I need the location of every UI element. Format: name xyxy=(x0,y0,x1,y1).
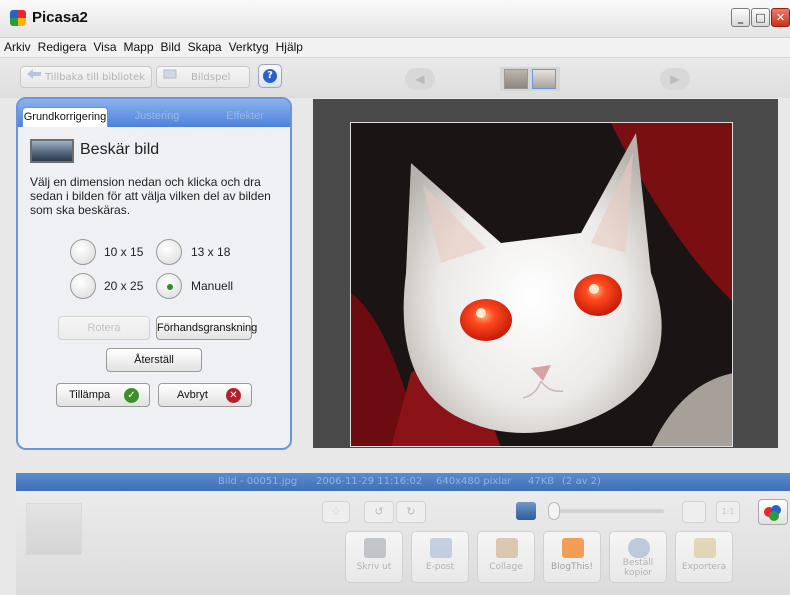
picasa-logo-icon xyxy=(10,10,26,26)
crop-description: Välj en dimension nedan och klicka och d… xyxy=(30,175,271,217)
arrow-right-icon: ▶ xyxy=(670,72,680,86)
edit-panel: Grundkorrigering Justering Effekter Besk… xyxy=(16,97,292,450)
radio-13x18-label: 13 x 18 xyxy=(191,245,231,259)
slideshow-label: Bildspel xyxy=(191,72,231,83)
radio-10x15[interactable] xyxy=(70,239,96,265)
status-datetime: 2006-11-29 11:16:02 xyxy=(316,476,423,487)
back-arrow-icon xyxy=(27,67,41,87)
apply-button[interactable]: Tillämpa ✓ xyxy=(56,383,150,407)
blogger-icon xyxy=(562,538,584,558)
status-filename: Bild - 00051.jpg xyxy=(218,476,298,487)
menu-hjalp[interactable]: Hjälp xyxy=(272,38,306,54)
star-icon[interactable]: ☆ xyxy=(322,501,350,523)
picasa-web-button[interactable] xyxy=(758,499,788,525)
print-button[interactable]: Skriv ut xyxy=(345,531,403,583)
export-icon xyxy=(694,538,716,558)
reset-button[interactable]: Återställ xyxy=(106,348,202,372)
checkmark-icon: ✓ xyxy=(124,388,139,403)
radio-20x25-label: 20 x 25 xyxy=(104,279,144,293)
thumbnail[interactable] xyxy=(504,69,528,89)
cancel-label: Avbryt xyxy=(177,389,208,401)
collage-button[interactable]: Collage xyxy=(477,531,535,583)
zoom-slider[interactable] xyxy=(550,509,664,513)
order-prints-label: Beställ kopior xyxy=(622,558,654,578)
cancel-x-icon: ✕ xyxy=(226,388,241,403)
status-bar: Bild - 00051.jpg 2006-11-29 11:16:02 640… xyxy=(16,473,790,491)
order-prints-button[interactable]: Beställ kopior xyxy=(609,531,667,583)
minimize-button[interactable]: _ xyxy=(731,8,750,27)
back-to-library-button[interactable]: Tillbaka till bibliotek xyxy=(20,66,152,88)
thumbnail-strip xyxy=(500,67,560,91)
printer-icon xyxy=(364,538,386,558)
next-photo-button[interactable]: ▶ xyxy=(660,68,690,90)
export-label: Exportera xyxy=(681,562,727,572)
slideshow-button[interactable]: Bildspel xyxy=(156,66,250,88)
radio-13x18[interactable] xyxy=(156,239,182,265)
radio-manuell-label: Manuell xyxy=(191,279,234,293)
fit-view-icon[interactable] xyxy=(682,501,706,523)
cancel-button[interactable]: Avbryt ✕ xyxy=(158,383,252,407)
menu-bar: Arkiv Redigera Visa Mapp Bild Skapa Verktyg Hjä… xyxy=(0,38,790,58)
email-label: E-post xyxy=(425,562,455,572)
radio-10x15-label: 10 x 15 xyxy=(104,245,144,259)
collage-icon xyxy=(496,538,518,558)
picasa-window: Picasa2 _ □ ✕ Arkiv Redigera Visa Mapp Bild S… xyxy=(0,0,790,595)
selection-thumbnail xyxy=(26,503,82,555)
email-icon xyxy=(430,538,452,558)
rotate-right-icon[interactable]: ↻ xyxy=(396,501,426,523)
preview-button[interactable]: Förhandsgranskning xyxy=(156,316,257,340)
menu-arkiv[interactable]: Arkiv xyxy=(0,38,34,54)
rotate-button[interactable]: Rotera xyxy=(58,316,150,340)
print-label: Skriv ut xyxy=(356,562,392,572)
menu-verktyg[interactable]: Verktyg xyxy=(225,38,272,54)
tab-effekter[interactable]: Effekter xyxy=(202,107,288,127)
slideshow-icon xyxy=(163,67,177,87)
back-to-library-label: Tillbaka till bibliotek xyxy=(45,72,145,83)
help-icon: ? xyxy=(263,69,277,83)
menu-redigera[interactable]: Redigera xyxy=(34,38,90,54)
radio-20x25[interactable] xyxy=(70,273,96,299)
title-bar: Picasa2 _ □ ✕ xyxy=(0,0,790,38)
bottom-tray: ☆ ↺ ↻ 1:1 Skriv ut E-post Collage BlogTh… xyxy=(16,491,790,595)
zoom-slider-handle[interactable] xyxy=(548,502,560,520)
rotate-left-icon[interactable]: ↺ xyxy=(364,501,394,523)
cat-image xyxy=(351,123,732,446)
crop-title: Beskär bild xyxy=(80,141,160,158)
maximize-button[interactable]: □ xyxy=(751,8,770,27)
blogthis-label: BlogThis! xyxy=(551,562,593,572)
thumbnail-selected[interactable] xyxy=(532,69,556,89)
cat-photo[interactable] xyxy=(350,122,733,447)
blogthis-button[interactable]: BlogThis! xyxy=(543,531,601,583)
status-position: (2 av 2) xyxy=(562,476,601,487)
status-size: 47KB xyxy=(528,476,555,487)
picasa-web-icon xyxy=(764,505,781,521)
help-button[interactable]: ? xyxy=(258,64,282,88)
menu-visa[interactable]: Visa xyxy=(89,38,119,54)
tab-justering[interactable]: Justering xyxy=(114,107,200,127)
window-title: Picasa2 xyxy=(32,9,88,26)
menu-skapa[interactable]: Skapa xyxy=(184,38,225,54)
arrow-left-icon: ◀ xyxy=(415,72,425,86)
toolbar: Tillbaka till bibliotek Bildspel ? ◀ ▶ xyxy=(0,58,790,98)
status-dimensions: 640x480 pixlar xyxy=(436,476,512,487)
actual-size-icon[interactable]: 1:1 xyxy=(716,501,740,523)
menu-bild[interactable]: Bild xyxy=(157,38,184,54)
previous-photo-button[interactable]: ◀ xyxy=(405,68,435,90)
crop-image-icon xyxy=(30,139,74,163)
edit-tabs: Grundkorrigering Justering Effekter xyxy=(18,99,290,127)
close-button[interactable]: ✕ xyxy=(771,8,790,27)
zoom-icon xyxy=(516,502,536,520)
email-button[interactable]: E-post xyxy=(411,531,469,583)
order-prints-icon xyxy=(628,538,650,558)
apply-label: Tillämpa xyxy=(69,389,111,401)
collage-label: Collage xyxy=(489,562,523,572)
radio-manuell[interactable] xyxy=(156,273,182,299)
tab-grundkorrigering[interactable]: Grundkorrigering xyxy=(22,107,108,127)
menu-mapp[interactable]: Mapp xyxy=(120,38,157,54)
export-button[interactable]: Exportera xyxy=(675,531,733,583)
